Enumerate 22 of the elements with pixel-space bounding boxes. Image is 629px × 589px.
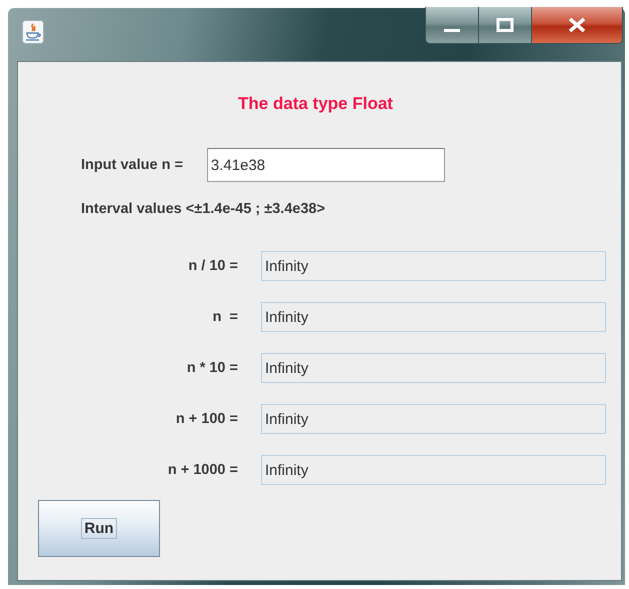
minimize-button[interactable] (426, 7, 479, 43)
maximize-button[interactable] (479, 7, 532, 43)
result-field: Infinity (261, 302, 606, 332)
result-field: Infinity (261, 404, 606, 434)
result-label: n / 10 = (187, 258, 238, 274)
close-button[interactable] (532, 7, 622, 43)
input-field[interactable]: 3.41e38 (206, 148, 445, 182)
close-icon (567, 17, 587, 33)
result-label: n = (212, 309, 238, 325)
coffee-cup-icon (22, 20, 44, 44)
result-field: Infinity (261, 251, 606, 281)
minimize-icon (444, 28, 460, 32)
heading: The data type Float (237, 94, 394, 114)
result-field: Infinity (261, 353, 606, 383)
interval-text: Interval values <±1.4e-45 ; ±3.4e38> (81, 201, 326, 217)
result-label: n + 1000 = (166, 462, 238, 478)
result-label: n * 10 = (186, 360, 238, 376)
result-label: n + 100 = (174, 411, 238, 427)
maximize-icon (495, 18, 515, 32)
result-field: Infinity (261, 455, 606, 485)
run-button[interactable]: Run (38, 500, 160, 557)
input-label: Input value n = (81, 157, 183, 173)
